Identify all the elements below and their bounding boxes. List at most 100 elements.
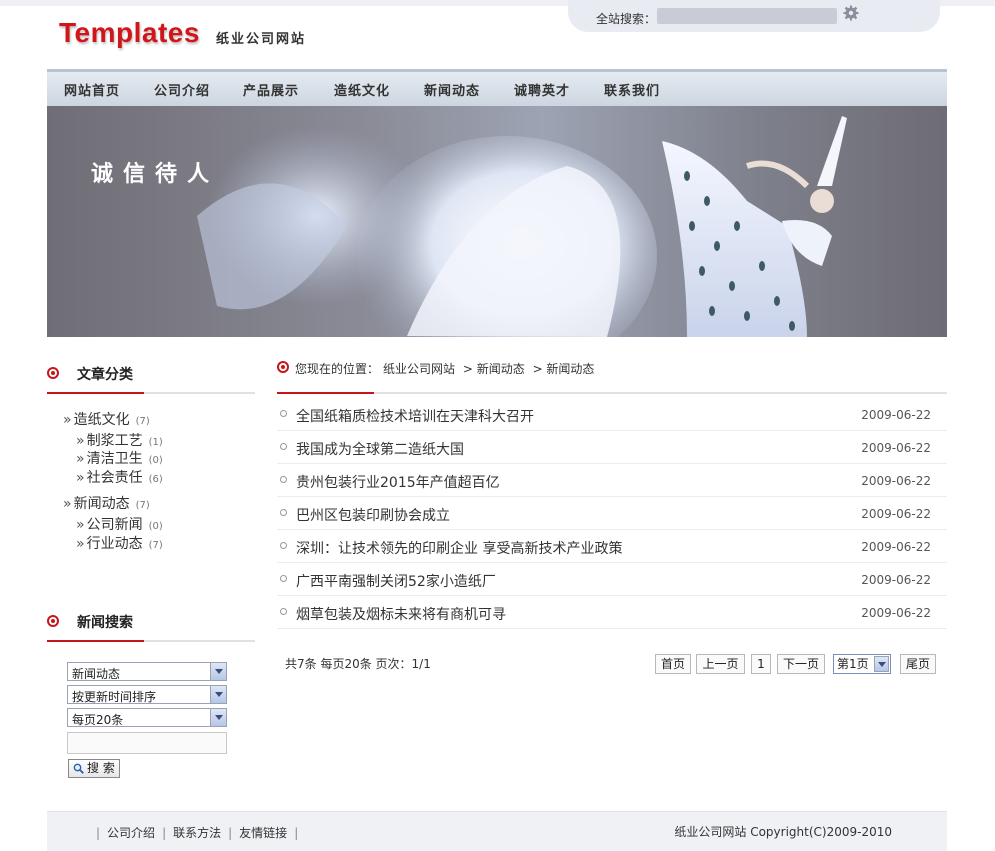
site-logo[interactable]: Templates [59, 17, 200, 49]
footer-links: | 公司介绍 | 联系方法 | 友情链接 | [89, 824, 305, 841]
search-icon [73, 763, 84, 774]
breadcrumb-item[interactable]: > 新闻动态 [533, 362, 595, 376]
heading-accent-bar [277, 392, 374, 394]
breadcrumb: 您现在的位置： 纸业公司网站 > 新闻动态 > 新闻动态 [277, 348, 947, 394]
hero-banner: 诚信待人 [47, 106, 947, 337]
last-page-button[interactable]: 尾页 [900, 654, 936, 674]
bullet-icon [280, 542, 287, 549]
prev-page-button[interactable]: 上一页 [696, 654, 745, 674]
page-size-select[interactable]: 每页20条 [67, 708, 227, 727]
page-select-value: 第1页 [837, 657, 869, 671]
categories-title: 文章分类 [77, 367, 133, 383]
news-date: 2009-06-22 [861, 408, 931, 422]
category-item[interactable]: » 公司新闻 (0) [76, 514, 163, 534]
target-icon [47, 367, 59, 379]
main-nav: 网站首页 公司介绍 产品展示 造纸文化 新闻动态 诚聘英才 联系我们 [47, 69, 947, 111]
pagination-info: 共7条 每页20条 页次：1/1 [285, 657, 431, 671]
footer-link-about[interactable]: 公司介绍 [107, 826, 155, 840]
breadcrumb-prefix: 您现在的位置： [295, 362, 380, 376]
page-select[interactable]: 第1页 [833, 654, 891, 674]
news-list: 全国纸箱质检技术培训在天津科大召开 2009-06-22 我国成为全球第二造纸大… [277, 398, 947, 629]
category-item[interactable]: » 新闻动态 (7) [63, 493, 150, 513]
nav-item-about[interactable]: 公司介绍 [154, 80, 210, 99]
bullet-icon [280, 608, 287, 615]
current-page-button[interactable]: 1 [751, 654, 771, 674]
heading-accent-bar [47, 640, 144, 642]
category-item[interactable]: » 制浆工艺 (1) [76, 430, 163, 450]
divider: | [294, 826, 299, 840]
category-select[interactable]: 新闻动态 [67, 662, 227, 681]
nav-item-home[interactable]: 网站首页 [64, 80, 120, 99]
chevron-right-icon: » [76, 536, 85, 552]
page-size-select-value: 每页20条 [72, 713, 124, 727]
news-title[interactable]: 贵州包装行业2015年产值超百亿 [296, 472, 500, 492]
chevron-down-icon[interactable] [210, 663, 226, 680]
category-count: (7) [135, 500, 150, 511]
category-label[interactable]: 行业动态 [87, 536, 143, 552]
chevron-down-icon[interactable] [210, 709, 226, 726]
sort-select-value: 按更新时间排序 [72, 690, 157, 704]
site-search-input[interactable] [657, 8, 837, 24]
news-item: 贵州包装行业2015年产值超百亿 2009-06-22 [277, 464, 947, 497]
category-label[interactable]: 社会责任 [87, 470, 143, 486]
bullet-icon [280, 575, 287, 582]
news-title[interactable]: 我国成为全球第二造纸大国 [296, 439, 464, 459]
category-label[interactable]: 制浆工艺 [87, 433, 143, 449]
gear-icon[interactable] [843, 5, 859, 21]
target-icon [277, 361, 289, 373]
first-page-button[interactable]: 首页 [655, 654, 691, 674]
category-item[interactable]: » 造纸文化 (7) [63, 409, 150, 429]
footer-link-friends[interactable]: 友情链接 [239, 826, 287, 840]
site-search-bar: 全站搜索： [568, 0, 940, 32]
news-search-input[interactable] [67, 732, 227, 754]
category-count: (1) [148, 437, 163, 448]
category-count: (0) [148, 455, 163, 466]
category-count: (7) [135, 416, 150, 427]
divider: | [228, 826, 233, 840]
category-item[interactable]: » 社会责任 (6) [76, 467, 163, 487]
next-page-button[interactable]: 下一页 [777, 654, 825, 674]
news-title[interactable]: 广西平南强制关闭52家小造纸厂 [296, 571, 496, 591]
site-search-label: 全站搜索： [596, 12, 657, 26]
nav-item-products[interactable]: 产品展示 [243, 80, 299, 99]
category-label[interactable]: 新闻动态 [74, 496, 130, 512]
news-title[interactable]: 烟草包装及烟标未来将有商机可寻 [296, 604, 506, 624]
nav-item-culture[interactable]: 造纸文化 [334, 80, 390, 99]
category-item[interactable]: » 行业动态 (7) [76, 533, 163, 553]
nav-item-jobs[interactable]: 诚聘英才 [514, 80, 570, 99]
news-item: 深圳：让技术领先的印刷企业 享受高新技术产业政策 2009-06-22 [277, 530, 947, 563]
nav-item-contact[interactable]: 联系我们 [604, 80, 660, 99]
sort-select[interactable]: 按更新时间排序 [67, 685, 227, 704]
category-label[interactable]: 清洁卫生 [87, 451, 143, 467]
category-label[interactable]: 公司新闻 [87, 517, 143, 533]
site-subtitle: 纸业公司网站 [216, 32, 307, 47]
breadcrumb-item[interactable]: > 新闻动态 [463, 362, 525, 376]
news-search-title: 新闻搜索 [77, 615, 133, 631]
news-date: 2009-06-22 [861, 441, 931, 455]
chevron-right-icon: » [76, 433, 85, 449]
news-date: 2009-06-22 [861, 573, 931, 587]
bullet-icon [280, 509, 287, 516]
news-title[interactable]: 深圳：让技术领先的印刷企业 享受高新技术产业政策 [296, 538, 622, 558]
search-button[interactable]: 搜 索 [68, 759, 120, 778]
divider: | [162, 826, 167, 840]
category-select-value: 新闻动态 [72, 667, 121, 681]
news-title[interactable]: 巴州区包装印刷协会成立 [296, 505, 450, 525]
chevron-right-icon: » [76, 470, 85, 486]
copyright: 纸业公司网站 Copyright(C)2009-2010 [674, 825, 892, 839]
category-item[interactable]: » 清洁卫生 (0) [76, 448, 163, 468]
news-title[interactable]: 全国纸箱质检技术培训在天津科大召开 [296, 406, 534, 426]
banner-image [197, 116, 847, 337]
news-item: 全国纸箱质检技术培训在天津科大召开 2009-06-22 [277, 398, 947, 431]
bullet-icon [280, 476, 287, 483]
news-date: 2009-06-22 [861, 507, 931, 521]
news-date: 2009-06-22 [861, 474, 931, 488]
chevron-down-icon[interactable] [210, 686, 226, 703]
category-label[interactable]: 造纸文化 [74, 412, 130, 428]
footer-link-contact[interactable]: 联系方法 [173, 826, 221, 840]
chevron-right-icon: » [63, 412, 72, 428]
nav-item-news[interactable]: 新闻动态 [424, 80, 480, 111]
breadcrumb-item[interactable]: 纸业公司网站 [383, 362, 455, 376]
chevron-down-icon[interactable] [874, 656, 889, 672]
breadcrumb-text: 您现在的位置： 纸业公司网站 > 新闻动态 > 新闻动态 [295, 360, 598, 377]
